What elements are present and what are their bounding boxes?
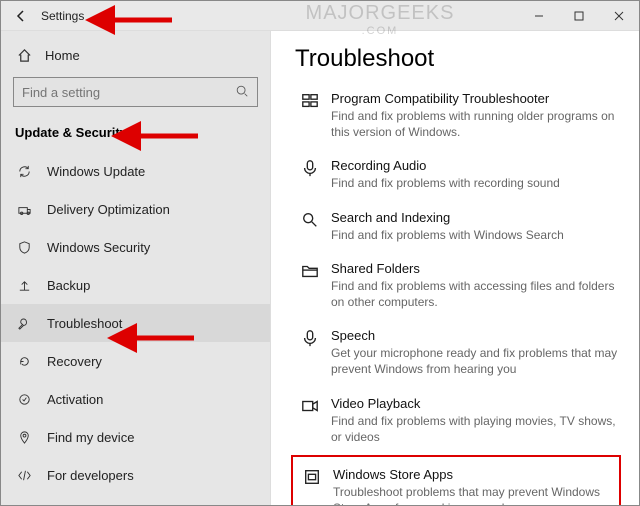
troubleshooter-title: Speech: [331, 328, 619, 343]
troubleshooter-title: Program Compatibility Troubleshooter: [331, 91, 619, 106]
search-icon: [297, 210, 323, 229]
sidebar-item-label: Activation: [47, 392, 103, 407]
sidebar-item-troubleshoot[interactable]: Troubleshoot: [1, 304, 270, 342]
sidebar-item-activation[interactable]: Activation: [1, 380, 270, 418]
troubleshooter-title: Shared Folders: [331, 261, 619, 276]
troubleshooter-text: Program Compatibility Troubleshooter Find…: [331, 91, 619, 140]
devmode-icon: [15, 468, 33, 483]
troubleshooter-program-compatibility-troubleshooter[interactable]: Program Compatibility Troubleshooter Find…: [295, 83, 621, 148]
troubleshooter-desc: Find and fix problems with recording sou…: [331, 175, 560, 191]
troubleshooter-text: Shared Folders Find and fix problems with…: [331, 261, 619, 310]
sidebar-item-windows-update[interactable]: Windows Update: [1, 152, 270, 190]
troubleshooter-desc: Find and fix problems with Windows Searc…: [331, 227, 564, 243]
troubleshooter-video-playback[interactable]: Video Playback Find and fix problems with…: [295, 388, 621, 453]
troubleshooter-text: Search and Indexing Find and fix problems…: [331, 210, 564, 243]
sidebar: Home Update & Security Windows Update Del…: [1, 31, 271, 505]
page-heading: Troubleshoot: [295, 45, 621, 73]
sidebar-item-label: Windows Update: [47, 164, 145, 179]
search-input[interactable]: [22, 85, 235, 100]
sidebar-item-for-developers[interactable]: For developers: [1, 456, 270, 494]
sidebar-item-label: Delivery Optimization: [47, 202, 170, 217]
troubleshooter-text: Video Playback Find and fix problems with…: [331, 396, 619, 445]
troubleshooter-text: Recording Audio Find and fix problems wit…: [331, 158, 560, 191]
maximize-button[interactable]: [559, 1, 599, 31]
troubleshooter-list: Program Compatibility Troubleshooter Find…: [295, 83, 621, 505]
titlebar: Settings: [1, 1, 639, 31]
home-row[interactable]: Home: [1, 37, 270, 73]
sidebar-item-label: Find my device: [47, 430, 134, 445]
troubleshooter-title: Recording Audio: [331, 158, 560, 173]
video-icon: [297, 396, 323, 415]
troubleshooter-text: Windows Store Apps Troubleshoot problems …: [333, 467, 613, 505]
sidebar-item-label: Troubleshoot: [47, 316, 122, 331]
category-header: Update & Security: [1, 117, 270, 152]
troubleshooter-desc: Find and fix problems with running older…: [331, 108, 619, 140]
sidebar-item-backup[interactable]: Backup: [1, 266, 270, 304]
backup-icon: [15, 278, 33, 293]
store-icon: [299, 467, 325, 486]
sidebar-item-label: For developers: [47, 468, 134, 483]
troubleshooter-shared-folders[interactable]: Shared Folders Find and fix problems with…: [295, 253, 621, 318]
sidebar-item-find-my-device[interactable]: Find my device: [1, 418, 270, 456]
activation-icon: [15, 392, 33, 407]
troubleshooter-desc: Find and fix problems with playing movie…: [331, 413, 619, 445]
troubleshooter-title: Video Playback: [331, 396, 619, 411]
troubleshooter-speech[interactable]: Speech Get your microphone ready and fix …: [295, 320, 621, 385]
sidebar-item-windows-security[interactable]: Windows Security: [1, 228, 270, 266]
troubleshooter-desc: Get your microphone ready and fix proble…: [331, 345, 619, 377]
delivery-icon: [15, 202, 33, 217]
troubleshooter-desc: Troubleshoot problems that may prevent W…: [333, 484, 613, 505]
shield-icon: [15, 240, 33, 255]
search-box[interactable]: [13, 77, 258, 107]
microphone-icon: [297, 328, 323, 347]
window-controls: [519, 1, 639, 31]
folder-icon: [297, 261, 323, 280]
sidebar-item-recovery[interactable]: Recovery: [1, 342, 270, 380]
sidebar-item-label: Backup: [47, 278, 90, 293]
settings-window: Settings Home Update & Security Windows …: [0, 0, 640, 506]
troubleshooter-search-and-indexing[interactable]: Search and Indexing Find and fix problems…: [295, 202, 621, 251]
troubleshooter-text: Speech Get your microphone ready and fix …: [331, 328, 619, 377]
back-button[interactable]: [11, 6, 31, 26]
program-compat-icon: [297, 91, 323, 110]
nav-list: Windows Update Delivery Optimization Windo…: [1, 152, 270, 494]
troubleshooter-recording-audio[interactable]: Recording Audio Find and fix problems wit…: [295, 150, 621, 199]
microphone-icon: [297, 158, 323, 177]
main-panel: Troubleshoot Program Compatibility Troub…: [271, 31, 639, 505]
window-title: Settings: [41, 9, 84, 23]
sidebar-item-label: Windows Security: [47, 240, 150, 255]
sidebar-item-delivery-optimization[interactable]: Delivery Optimization: [1, 190, 270, 228]
content-area: Home Update & Security Windows Update Del…: [1, 31, 639, 505]
location-icon: [15, 430, 33, 445]
wrench-icon: [15, 316, 33, 331]
close-button[interactable]: [599, 1, 639, 31]
sync-icon: [15, 164, 33, 179]
home-label: Home: [45, 48, 80, 63]
minimize-button[interactable]: [519, 1, 559, 31]
troubleshooter-title: Windows Store Apps: [333, 467, 613, 482]
troubleshooter-windows-store-apps[interactable]: Windows Store Apps Troubleshoot problems …: [291, 455, 621, 505]
search-icon: [235, 84, 249, 101]
sidebar-item-label: Recovery: [47, 354, 102, 369]
troubleshooter-title: Search and Indexing: [331, 210, 564, 225]
home-icon: [15, 48, 33, 63]
troubleshooter-desc: Find and fix problems with accessing fil…: [331, 278, 619, 310]
recovery-icon: [15, 354, 33, 369]
